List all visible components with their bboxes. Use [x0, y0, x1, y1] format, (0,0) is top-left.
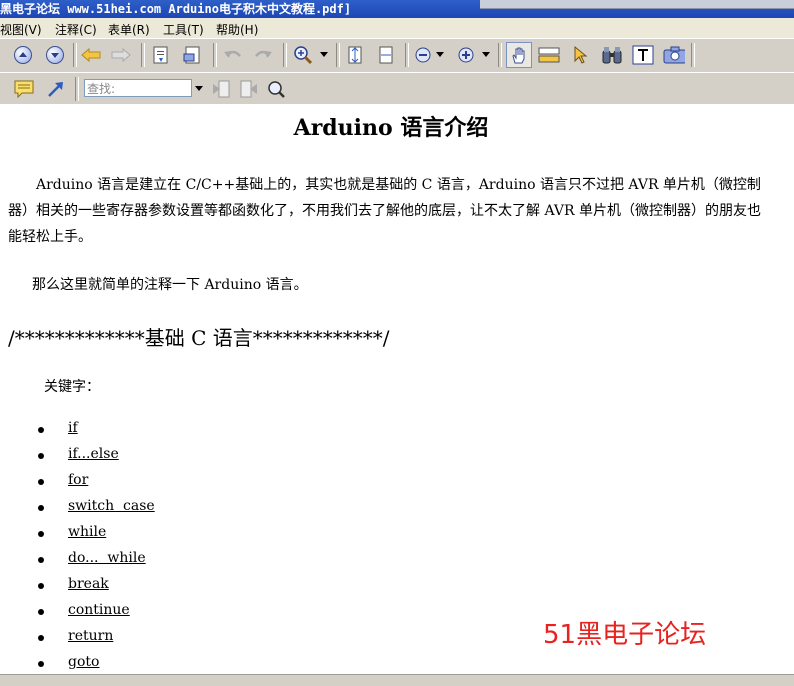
- keyword-link[interactable]: continue: [68, 602, 130, 618]
- summary-paragraph: 那么这里就简单的注释一下 Arduino 语言。: [32, 277, 308, 293]
- back-arrow-icon: [81, 47, 101, 63]
- pointer-icon: [574, 45, 588, 64]
- find-next-button[interactable]: [238, 78, 260, 100]
- find-dropdown[interactable]: [193, 78, 205, 100]
- bullet-icon: [38, 505, 44, 511]
- fit-page-icon: [348, 46, 362, 64]
- window-title: 黑电子论坛 www.51hei.com Arduino电子积木中文教程.pdf]: [0, 2, 352, 16]
- camera-icon: [663, 46, 685, 64]
- zoom-button[interactable]: [292, 44, 314, 66]
- toolbar-main: [0, 38, 794, 73]
- bullet-icon: [38, 583, 44, 589]
- search-input[interactable]: 查找:: [84, 79, 192, 97]
- text-tool-icon: [632, 45, 654, 65]
- find-previous-icon: [213, 80, 230, 98]
- save-icon: [153, 46, 168, 64]
- keyword-link[interactable]: if: [68, 420, 78, 436]
- bullet-icon: [38, 427, 44, 433]
- scroll-down-icon: [46, 46, 64, 64]
- undo-button[interactable]: [222, 44, 244, 66]
- binoculars-icon: [602, 47, 622, 64]
- bullet-icon: [38, 661, 44, 667]
- zoom-in-dropdown[interactable]: [480, 44, 492, 66]
- bullet-icon: [38, 609, 44, 615]
- menu-help[interactable]: 帮助(H): [216, 21, 258, 38]
- scroll-down-button[interactable]: [44, 44, 66, 66]
- hand-tool-button[interactable]: [506, 42, 532, 68]
- bullet-icon: [38, 635, 44, 641]
- magnifier-plus-icon: [294, 46, 313, 65]
- undo-icon: [224, 50, 241, 58]
- menu-bar: 视图(V) 注释(C) 表单(R) 工具(T) 帮助(H): [0, 18, 794, 38]
- find-button[interactable]: [601, 44, 623, 66]
- arrow-icon: [48, 82, 63, 97]
- keyword-link[interactable]: do... while: [68, 550, 146, 566]
- comment-icon: [14, 80, 34, 99]
- zoom-dropdown[interactable]: [318, 44, 330, 66]
- menu-view[interactable]: 视图(V): [0, 21, 42, 38]
- fit-width-icon: [379, 46, 393, 64]
- intro-paragraph: Arduino 语言是建立在 C/C++基础上的，其实也就是基础的 C 语言，A…: [8, 177, 761, 245]
- menu-form[interactable]: 表单(R): [108, 21, 150, 38]
- keyword-link[interactable]: while: [68, 524, 106, 540]
- zoom-in-icon: [458, 47, 474, 63]
- scroll-up-button[interactable]: [12, 44, 34, 66]
- document-title: Arduino 语言介绍: [293, 115, 489, 141]
- print-icon: [183, 46, 200, 64]
- keyword-link[interactable]: goto: [68, 654, 99, 670]
- watermark-text: 51黑电子论坛: [543, 620, 707, 650]
- bullet-icon: [38, 453, 44, 459]
- keyword-link[interactable]: break: [68, 576, 109, 592]
- window-titlebar: 黑电子论坛 www.51hei.com Arduino电子积木中文教程.pdf]: [0, 0, 794, 18]
- keyword-link[interactable]: if...else: [68, 446, 119, 462]
- bullet-icon: [38, 479, 44, 485]
- forward-arrow-icon: [111, 47, 131, 63]
- scroll-up-icon: [14, 46, 32, 64]
- fit-page-button[interactable]: [344, 44, 366, 66]
- forward-button[interactable]: [110, 44, 132, 66]
- print-button[interactable]: [182, 44, 204, 66]
- menu-comment[interactable]: 注释(C): [55, 21, 97, 38]
- keyword-label: 关键字：: [44, 379, 100, 395]
- find-previous-button[interactable]: [210, 78, 232, 100]
- menu-tools[interactable]: 工具(T): [163, 21, 204, 38]
- search-icon: [268, 81, 285, 98]
- comment-button[interactable]: [13, 78, 35, 100]
- keyword-link[interactable]: return: [68, 628, 113, 644]
- zoom-out-dropdown[interactable]: [434, 44, 446, 66]
- chevron-down-icon: [436, 52, 444, 57]
- overlapping-window-edge: [480, 0, 794, 9]
- redo-icon: [255, 50, 272, 58]
- arrow-tool-button[interactable]: [45, 78, 67, 100]
- zoom-out-button[interactable]: [412, 44, 434, 66]
- find-next-icon: [240, 80, 257, 98]
- document-page[interactable]: Arduino 语言介绍 Arduino 语言是建立在 C/C++基础上的，其实…: [0, 104, 794, 674]
- fit-width-button[interactable]: [375, 44, 397, 66]
- hand-icon: [512, 47, 525, 64]
- select-text-icon: [538, 47, 560, 63]
- snapshot-button[interactable]: [663, 44, 685, 66]
- chevron-down-icon: [482, 52, 490, 57]
- toolbar-secondary: 查找:: [0, 72, 794, 106]
- back-button[interactable]: [80, 44, 102, 66]
- keyword-link[interactable]: for: [68, 472, 88, 488]
- text-tool-button[interactable]: [632, 44, 654, 66]
- zoom-out-icon: [415, 47, 431, 63]
- chevron-down-icon: [195, 86, 203, 91]
- keyword-link[interactable]: switch case: [68, 498, 155, 514]
- status-bar: [0, 674, 794, 686]
- zoom-in-button[interactable]: [455, 44, 477, 66]
- save-button[interactable]: [150, 44, 172, 66]
- pointer-button[interactable]: [570, 44, 592, 66]
- search-button[interactable]: [265, 78, 287, 100]
- bullet-icon: [38, 557, 44, 563]
- redo-button[interactable]: [252, 44, 274, 66]
- section-heading: /*************基础 C 语言*************/: [8, 326, 390, 350]
- chevron-down-icon: [320, 52, 328, 57]
- bullet-icon: [38, 531, 44, 537]
- select-text-button[interactable]: [538, 44, 560, 66]
